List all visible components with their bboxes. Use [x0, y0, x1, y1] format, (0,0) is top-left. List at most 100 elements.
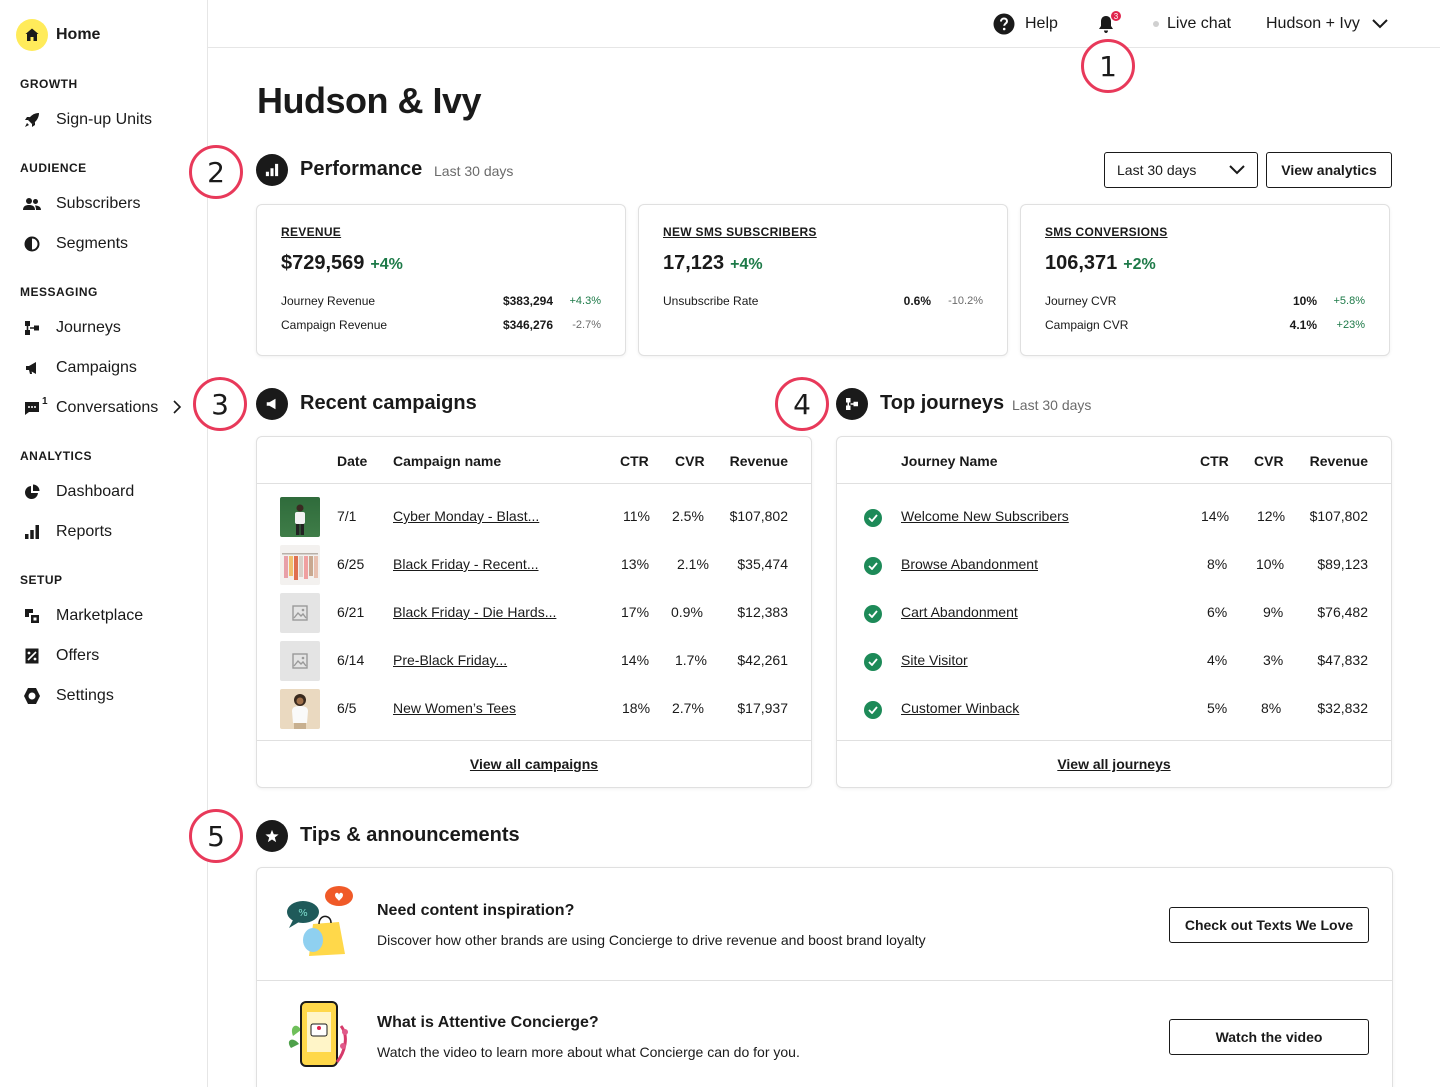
- journey-name-link[interactable]: Site Visitor: [901, 652, 968, 668]
- view-all-journeys-link[interactable]: View all journeys: [1057, 756, 1170, 772]
- people-icon: [20, 192, 44, 216]
- campaign-thumbnail: [280, 689, 320, 729]
- campaign-ctr: 17%: [621, 604, 650, 620]
- metric-row-change: +5.8%: [1333, 295, 1366, 307]
- journey-name-link[interactable]: Customer Winback: [901, 700, 1019, 716]
- journey-ctr: 4%: [1207, 652, 1228, 668]
- date-range-value: Last 30 days: [1117, 162, 1197, 178]
- col-revenue: Revenue: [729, 453, 788, 469]
- campaign-cvr: 2.5%: [672, 508, 704, 524]
- table-row[interactable]: Browse Abandonment 8% 10% $89,123: [837, 541, 1391, 589]
- table-row[interactable]: 6/21 Black Friday - Die Hards... 17% 0.9…: [257, 589, 811, 637]
- rocket-icon: [20, 108, 44, 132]
- sidebar-item-settings[interactable]: Settings: [20, 682, 196, 710]
- sidebar-item-reports[interactable]: Reports: [20, 518, 196, 546]
- sidebar-item-subscribers[interactable]: Subscribers: [20, 190, 196, 218]
- campaign-revenue: $12,383: [737, 604, 788, 620]
- metric-card-sms-conversions: SMS CONVERSIONS 106,371 +2% Journey CVR 1…: [1020, 204, 1390, 356]
- help-icon: [993, 13, 1015, 35]
- metric-label[interactable]: NEW SMS SUBSCRIBERS: [663, 225, 817, 239]
- metric-row: Journey Revenue $383,294 +4.3%: [281, 293, 601, 309]
- campaign-cvr: 2.1%: [677, 556, 709, 572]
- metric-row: Campaign CVR 4.1% +23%: [1045, 317, 1365, 333]
- date-range-select[interactable]: Last 30 days: [1104, 152, 1258, 188]
- section-messaging: MESSAGING: [20, 285, 98, 299]
- live-chat-button[interactable]: Live chat: [1153, 0, 1231, 48]
- journey-ctr: 14%: [1201, 508, 1230, 524]
- sidebar-item-label: Sign-up Units: [56, 111, 153, 128]
- star-icon: [256, 820, 288, 852]
- view-all-campaigns-link[interactable]: View all campaigns: [470, 756, 598, 772]
- table-row[interactable]: 7/1 Cyber Monday - Blast... 11% 2.5% $10…: [257, 493, 811, 541]
- metric-row: Campaign Revenue $346,276 -2.7%: [281, 317, 601, 333]
- col-date: Date: [337, 453, 368, 469]
- metric-row-label: Journey Revenue: [281, 294, 376, 308]
- section-growth: GROWTH: [20, 77, 78, 91]
- table-row[interactable]: Customer Winback 5% 8% $32,832: [837, 685, 1391, 733]
- megaphone-icon: [256, 388, 288, 420]
- campaign-date: 6/25: [337, 556, 365, 572]
- sidebar-item-marketplace[interactable]: Marketplace: [20, 602, 196, 630]
- campaign-name-link[interactable]: Cyber Monday - Blast...: [393, 508, 539, 524]
- sidebar-item-dashboard[interactable]: Dashboard: [20, 478, 196, 506]
- sidebar-item-offers[interactable]: Offers: [20, 642, 196, 670]
- journeys-icon: [20, 316, 44, 340]
- journey-revenue: $107,802: [1309, 508, 1368, 524]
- tip-title: Need content inspiration?: [377, 902, 575, 919]
- metric-row-value: 10%: [1292, 294, 1317, 308]
- journey-ctr: 5%: [1207, 700, 1228, 716]
- campaign-ctr: 11%: [623, 508, 650, 524]
- offers-icon: [20, 644, 44, 668]
- view-analytics-button[interactable]: View analytics: [1266, 152, 1392, 188]
- help-button[interactable]: Help: [993, 0, 1058, 48]
- campaign-name-link[interactable]: Black Friday - Die Hards...: [393, 604, 556, 620]
- table-row[interactable]: 6/14 Pre-Black Friday... 14% 1.7% $42,26…: [257, 637, 811, 685]
- col-journey-name: Journey Name: [901, 453, 998, 469]
- table-row[interactable]: Site Visitor 4% 3% $47,832: [837, 637, 1391, 685]
- table-footer: View all campaigns: [257, 740, 811, 787]
- table-row[interactable]: Cart Abandonment 6% 9% $76,482: [837, 589, 1391, 637]
- watch-video-button[interactable]: Watch the video: [1169, 1019, 1369, 1055]
- sidebar-item-home[interactable]: Home: [16, 19, 100, 51]
- metric-row-label: Journey CVR: [1045, 294, 1117, 308]
- campaign-revenue: $35,474: [737, 556, 788, 572]
- sidebar-item-conversations[interactable]: 1 Conversations: [20, 394, 196, 422]
- table-row[interactable]: Welcome New Subscribers 14% 12% $107,802: [837, 493, 1391, 541]
- sidebar-item-label: Offers: [56, 647, 100, 664]
- sidebar-item-segments[interactable]: Segments: [20, 230, 196, 258]
- journey-name-link[interactable]: Browse Abandonment: [901, 556, 1038, 572]
- campaign-date: 6/14: [337, 652, 365, 668]
- campaign-name-link[interactable]: Black Friday - Recent...: [393, 556, 539, 572]
- campaign-name-link[interactable]: New Women’s Tees: [393, 700, 516, 716]
- table-header: Date Campaign name CTR CVR Revenue: [257, 437, 811, 484]
- journey-name-link[interactable]: Cart Abandonment: [901, 604, 1018, 620]
- metric-delta: +2%: [1123, 256, 1156, 273]
- tip-title: What is Attentive Concierge?: [377, 1014, 599, 1031]
- journeys-icon: [836, 388, 868, 420]
- svg-text:%: %: [298, 908, 308, 919]
- metric-label[interactable]: REVENUE: [281, 225, 341, 239]
- account-menu[interactable]: Hudson + Ivy: [1266, 0, 1388, 48]
- metric-row-change: +4.3%: [569, 295, 602, 307]
- journey-name-link[interactable]: Welcome New Subscribers: [901, 508, 1069, 524]
- metric-delta: +4%: [370, 256, 403, 273]
- table-row[interactable]: 6/25 Black Friday - Recent... 13% 2.1% $…: [257, 541, 811, 589]
- metric-label[interactable]: SMS CONVERSIONS: [1045, 225, 1168, 239]
- annotation-2: 2: [189, 145, 243, 199]
- metric-card-sms-subscribers: NEW SMS SUBSCRIBERS 17,123 +4% Unsubscrib…: [638, 204, 1008, 356]
- section-audience: AUDIENCE: [20, 161, 87, 175]
- col-ctr: CTR: [1200, 453, 1229, 469]
- campaigns-table: Date Campaign name CTR CVR Revenue 7/1 C…: [256, 436, 812, 788]
- campaign-name-link[interactable]: Pre-Black Friday...: [393, 652, 507, 668]
- tip-item: % Need content inspiration? Discover how…: [257, 868, 1392, 980]
- texts-we-love-button[interactable]: Check out Texts We Love: [1169, 907, 1369, 943]
- sidebar-item-campaigns[interactable]: Campaigns: [20, 354, 196, 382]
- annotation-5: 5: [189, 809, 243, 863]
- sidebar-item-journeys[interactable]: Journeys: [20, 314, 196, 342]
- sidebar-item-label: Settings: [56, 687, 114, 704]
- status-dot-icon: [1153, 21, 1159, 27]
- check-icon: [864, 557, 882, 575]
- sidebar-item-sign-up-units[interactable]: Sign-up Units: [20, 106, 196, 134]
- image-placeholder-icon: [280, 593, 320, 633]
- table-row[interactable]: 6/5 New Women’s Tees 18% 2.7% $17,937: [257, 685, 811, 733]
